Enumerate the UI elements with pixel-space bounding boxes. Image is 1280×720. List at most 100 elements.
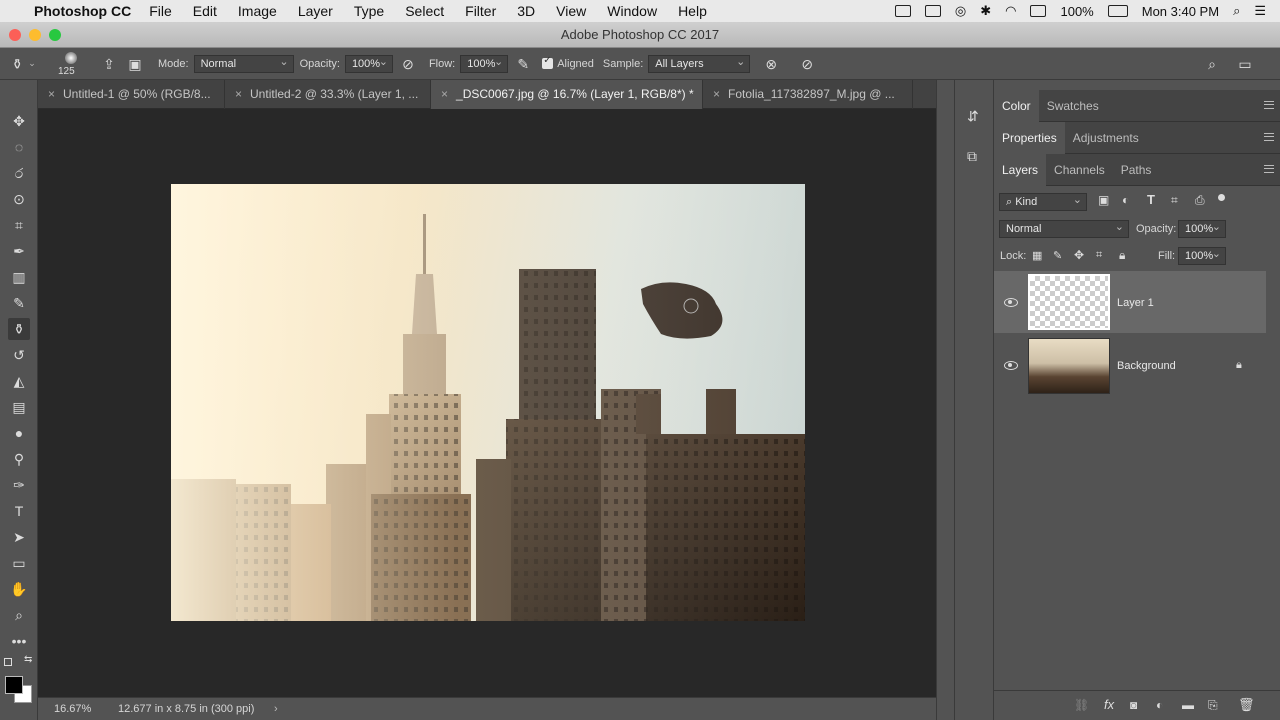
layer-blend-mode-select[interactable]: Normal [999,219,1129,238]
layer-row-layer-1[interactable]: Layer 1 [994,271,1266,333]
menu-select[interactable]: Select [405,3,444,19]
canvas-area[interactable] [38,109,936,697]
panel-menu-icon[interactable] [1264,133,1274,141]
menu-3d[interactable]: 3D [517,3,535,19]
brush-panel-icon[interactable]: ▣ [126,55,144,73]
close-tab-icon[interactable]: × [235,87,242,101]
clone-stamp-tool-icon[interactable]: ⚱ [8,318,30,340]
workspace-switcher-icon[interactable]: ▭ [1236,55,1254,73]
lock-position-icon[interactable]: ✥ [1074,248,1084,262]
flow-field[interactable]: 100% [460,54,509,73]
link-layers-icon[interactable]: ⛓ [1074,698,1089,712]
history-panel-icon[interactable]: ⇵ [967,108,979,125]
swap-colors-icon[interactable]: ⇆ [24,654,32,665]
brush-preset-picker[interactable]: 125 [56,49,88,79]
menu-app-name[interactable]: Photoshop CC [34,3,131,19]
panel-menu-icon[interactable] [1264,165,1274,173]
clock[interactable]: Mon 3:40 PM [1142,4,1219,19]
visibility-eye-icon[interactable] [1004,361,1018,370]
close-window-button[interactable] [9,29,21,41]
menu-filter[interactable]: Filter [465,3,496,19]
blur-tool-icon[interactable]: ● [8,422,30,444]
type-tool-icon[interactable]: T [8,500,30,522]
bluetooth-icon[interactable]: ✱ [980,3,991,19]
crop-tool-icon[interactable]: ⌗ [8,214,30,236]
filter-pixel-icon[interactable]: ▣ [1098,193,1109,207]
close-tab-icon[interactable]: × [441,87,448,101]
menu-type[interactable]: Type [354,3,384,19]
status-menu-arrow-icon[interactable]: › [274,698,278,720]
tab-dsc0067[interactable]: × _DSC0067.jpg @ 16.7% (Layer 1, RGB/8*) … [431,80,703,109]
filter-smart-object-icon[interactable]: ⎙ [1195,193,1205,208]
pressure-opacity-icon[interactable]: ⊘ [399,55,417,73]
history-brush-tool-icon[interactable]: ↺ [8,344,30,366]
more-tools-icon[interactable]: ••• [8,630,30,652]
filter-toggle-icon[interactable] [1218,194,1225,201]
airbrush-icon[interactable]: ✎ [514,55,532,73]
delete-layer-icon[interactable]: 🗑︎ [1238,697,1255,713]
clone-source-panel-icon[interactable]: ⇪ [100,55,118,73]
battery-icon[interactable] [1107,5,1128,17]
tab-color[interactable]: Color [994,90,1039,122]
menu-help[interactable]: Help [678,3,707,19]
gradient-tool-icon[interactable]: ▤ [8,396,30,418]
menu-file[interactable]: File [149,3,172,19]
ignore-adjustment-layers-icon[interactable]: ⊗ [762,55,780,73]
tab-channels[interactable]: Channels [1046,154,1113,186]
tab-untitled-1[interactable]: × Untitled-1 @ 50% (RGB/8... [38,80,225,109]
add-mask-icon[interactable]: ◙ [1130,698,1137,712]
tab-paths[interactable]: Paths [1113,154,1160,186]
layer-name[interactable]: Background [1117,360,1176,372]
filter-type-icon[interactable]: T [1147,192,1155,207]
foreground-color-swatch[interactable] [5,676,23,694]
document-image[interactable] [171,184,805,621]
hand-tool-icon[interactable]: ✋ [8,578,30,600]
pressure-size-icon[interactable]: ⊘ [798,55,816,73]
move-tool-icon[interactable]: ✥ [8,110,30,132]
creative-cloud-icon[interactable]: ◎ [955,3,966,19]
filter-shape-icon[interactable]: ⌗ [1171,193,1178,208]
rectangle-tool-icon[interactable]: ▭ [8,552,30,574]
zoom-tool-icon[interactable]: ⌕ [8,604,30,626]
new-group-icon[interactable]: ▬ [1182,698,1194,712]
spotlight-search-icon[interactable]: ⌕ [1233,3,1240,19]
eyedropper-tool-icon[interactable]: ✒ [8,240,30,262]
tab-swatches[interactable]: Swatches [1039,90,1107,122]
eraser-tool-icon[interactable]: ◭ [8,370,30,392]
zoom-level[interactable]: 16.67% [54,698,91,720]
healing-brush-tool-icon[interactable]: ▥ [8,266,30,288]
layer-style-icon[interactable]: fx [1104,697,1114,712]
tool-preset-picker[interactable]: ⚱ ⌄ [0,55,44,73]
sample-select[interactable]: All Layers [648,54,751,73]
panel-menu-icon[interactable] [1264,101,1274,109]
layer-row-background[interactable]: Background 🔒︎ [994,335,1266,397]
menu-layer[interactable]: Layer [298,3,333,19]
path-selection-tool-icon[interactable]: ➤ [8,526,30,548]
layer-filter-kind[interactable]: ⌕ Kind [999,192,1087,211]
tab-fotolia[interactable]: × Fotolia_117382897_M.jpg @ ... [703,80,913,109]
layer-opacity-field[interactable]: 100% [1178,219,1226,238]
lasso-tool-icon[interactable]: ර [8,162,30,184]
notification-center-icon[interactable]: ☰ [1254,3,1266,19]
lock-all-icon[interactable]: 🔒︎ [1119,248,1125,263]
screen-record-icon[interactable] [894,5,911,17]
lock-transparent-icon[interactable]: ▦ [1032,249,1042,262]
display-icon[interactable] [1030,5,1047,17]
vertical-scrollbar[interactable] [936,80,954,720]
quick-selection-tool-icon[interactable]: ⊙ [8,188,30,210]
layer-name[interactable]: Layer 1 [1117,297,1154,309]
brush-tool-icon[interactable]: ✎ [8,292,30,314]
visibility-eye-icon[interactable] [1004,298,1018,307]
minimize-window-button[interactable] [29,29,41,41]
opacity-field[interactable]: 100% [344,54,393,73]
tab-untitled-2[interactable]: × Untitled-2 @ 33.3% (Layer 1, ... [225,80,431,109]
new-layer-icon[interactable]: ⎘ [1208,698,1218,713]
menu-window[interactable]: Window [607,3,657,19]
lock-artboard-icon[interactable]: ⌗ [1096,249,1102,262]
lock-pixels-icon[interactable]: ✎ [1053,249,1062,262]
aligned-checkbox[interactable] [542,55,554,69]
default-colors-icon[interactable] [4,658,12,666]
wifi-icon[interactable]: ◠ [1005,3,1016,19]
clone-source-panel-icon[interactable]: ⧉ [967,148,977,165]
zoom-window-button[interactable] [49,29,61,41]
